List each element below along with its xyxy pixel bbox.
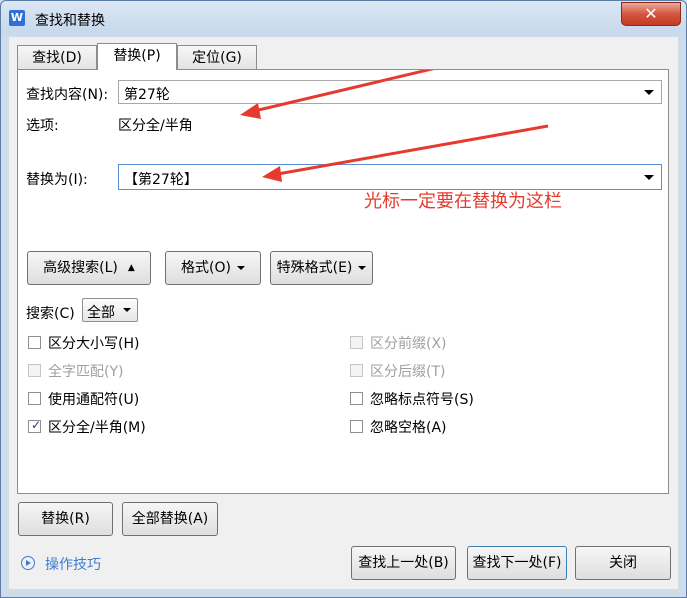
special-format-button[interactable]: 特殊格式(E) [270, 251, 373, 285]
window-close-button[interactable]: ✕ [621, 2, 681, 26]
special-format-label: 特殊格式(E) [276, 260, 353, 276]
replace-all-button[interactable]: 全部替换(A) [122, 502, 218, 536]
arrow-head-2 [262, 166, 282, 182]
format-label: 格式(O) [181, 260, 231, 276]
dialog-body: 查找(D) 替换(P) 定位(G) 查找内容(N): 第27轮 选项: 区分全/… [9, 37, 678, 589]
chevron-down-icon [236, 266, 245, 270]
tips-link[interactable]: 操作技巧 [45, 554, 101, 574]
find-replace-dialog: W 查找和替换 ✕ 查找(D) 替换(P) 定位(G) 查找内容(N): 第27… [0, 0, 687, 598]
ignore-space-label[interactable]: 忽略空格(A) [370, 417, 447, 437]
ignore-punctuation-label[interactable]: 忽略标点符号(S) [370, 389, 474, 409]
title-bar: W 查找和替换 ✕ [1, 1, 686, 37]
advanced-search-button[interactable]: 高级搜索(L) ▲ [27, 251, 151, 285]
tab-find[interactable]: 查找(D) [17, 45, 97, 69]
replace-panel: 查找内容(N): 第27轮 选项: 区分全/半角 替换为(I): 【第27轮】 … [17, 69, 669, 494]
ignore-space-checkbox[interactable] [350, 420, 363, 433]
checkmark-icon: ✓ [31, 418, 42, 432]
close-icon: ✕ [644, 4, 658, 23]
find-next-button[interactable]: 查找下一处(F) [467, 546, 567, 580]
wps-writer-icon: W [9, 10, 25, 26]
match-prefix-checkbox [350, 336, 363, 349]
advanced-search-label: 高级搜索(L) [43, 260, 118, 276]
search-direction-label: 搜索(C) [26, 306, 75, 322]
window-title: 查找和替换 [35, 13, 105, 29]
chevron-down-icon [358, 266, 367, 270]
format-button[interactable]: 格式(O) [165, 251, 261, 285]
tab-replace[interactable]: 替换(P) [97, 43, 177, 70]
full-half-width-label[interactable]: 区分全/半角(M) [48, 417, 146, 437]
chevron-down-icon [123, 308, 131, 312]
match-suffix-label: 区分后缀(T) [370, 364, 446, 380]
find-previous-button[interactable]: 查找上一处(B) [351, 546, 456, 580]
whole-word-label: 全字匹配(Y) [48, 364, 124, 380]
search-direction-select[interactable]: 全部 [82, 298, 138, 322]
match-case-label[interactable]: 区分大小写(H) [48, 333, 139, 353]
arrow-head-1 [240, 103, 261, 119]
collapse-icon: ▲ [127, 263, 135, 273]
replace-button[interactable]: 替换(R) [18, 502, 113, 536]
whole-word-checkbox [28, 364, 41, 377]
play-circle-icon [21, 556, 35, 570]
full-half-width-checkbox[interactable]: ✓ [28, 418, 42, 433]
arrow-line-1 [249, 70, 435, 114]
ignore-punctuation-checkbox[interactable] [350, 392, 363, 405]
tab-goto[interactable]: 定位(G) [177, 45, 257, 69]
arrow-line-2 [271, 124, 549, 177]
wildcards-label[interactable]: 使用通配符(U) [48, 389, 139, 409]
match-prefix-label: 区分前缀(X) [370, 336, 447, 352]
match-case-checkbox[interactable] [28, 336, 41, 349]
close-button[interactable]: 关闭 [575, 546, 671, 580]
wildcards-checkbox[interactable] [28, 392, 41, 405]
match-suffix-checkbox [350, 364, 363, 377]
annotation-arrows [240, 70, 549, 182]
search-direction-value: 全部 [87, 305, 115, 321]
